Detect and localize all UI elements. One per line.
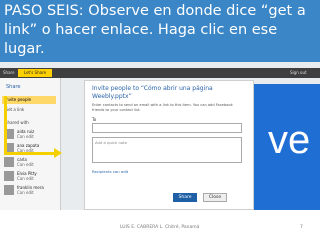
person-permission: Can edit bbox=[17, 162, 34, 167]
avatar bbox=[4, 185, 14, 195]
dialog-title: Invite people to “Cómo abrir una página … bbox=[92, 85, 213, 100]
person-permission: Can edit bbox=[17, 176, 34, 181]
avatar bbox=[4, 171, 14, 181]
dialog-description: Enter contacts to send an email with a l… bbox=[92, 103, 233, 112]
share-panel-header: Share bbox=[6, 84, 21, 90]
close-button[interactable]: Close bbox=[203, 193, 227, 202]
highlight-arrow-stem bbox=[4, 96, 7, 154]
invite-people-item[interactable]: Invite people bbox=[2, 96, 56, 104]
shared-person[interactable]: Elvia Pitty Can edit bbox=[4, 170, 56, 182]
get-link-item[interactable]: Get a link bbox=[5, 107, 24, 112]
shared-person[interactable]: aida ruiz Can edit bbox=[4, 128, 56, 140]
person-permission: Can edit bbox=[17, 134, 34, 139]
arrow-right-icon bbox=[54, 148, 62, 158]
app-topbar: Share Let's Share Sign out bbox=[0, 68, 320, 78]
highlight-arrow-line bbox=[4, 152, 56, 155]
signout-link[interactable]: Sign out bbox=[290, 70, 307, 75]
avatar bbox=[4, 157, 14, 167]
embedded-screenshot: Share Let's Share Sign out ve Share Invi… bbox=[0, 62, 320, 210]
background-area: ve bbox=[252, 84, 320, 210]
quick-note-field[interactable]: Add a quick note bbox=[92, 137, 242, 163]
slide-title-banner: PASO SEIS: Observe en donde dice “get a … bbox=[0, 0, 320, 62]
invite-dialog: Invite people to “Cómo abrir una página … bbox=[84, 80, 254, 210]
slide-title: PASO SEIS: Observe en donde dice “get a … bbox=[4, 3, 306, 57]
to-input[interactable] bbox=[92, 123, 242, 133]
share-tab[interactable]: Let's Share bbox=[18, 69, 52, 77]
share-left-panel: Share Invite people Get a link Shared wi… bbox=[0, 78, 61, 210]
person-permission: Can edit bbox=[17, 190, 34, 195]
to-label: To bbox=[92, 117, 97, 122]
shared-person[interactable]: carla Can edit bbox=[4, 156, 56, 168]
slide-footer: LUIS E. CABRERA L. Chitré, Panamá bbox=[120, 225, 200, 230]
slide-page-number: 7 bbox=[300, 225, 303, 230]
shared-person[interactable]: franklin mera Can edit bbox=[4, 184, 56, 196]
share-button[interactable]: Share bbox=[173, 193, 197, 202]
recipients-can-edit-link[interactable]: Recipients can edit bbox=[92, 169, 128, 174]
background-word: ve bbox=[268, 118, 311, 162]
shared-with-label: Shared with bbox=[5, 120, 29, 125]
topbar-left-text: Share bbox=[3, 70, 15, 75]
